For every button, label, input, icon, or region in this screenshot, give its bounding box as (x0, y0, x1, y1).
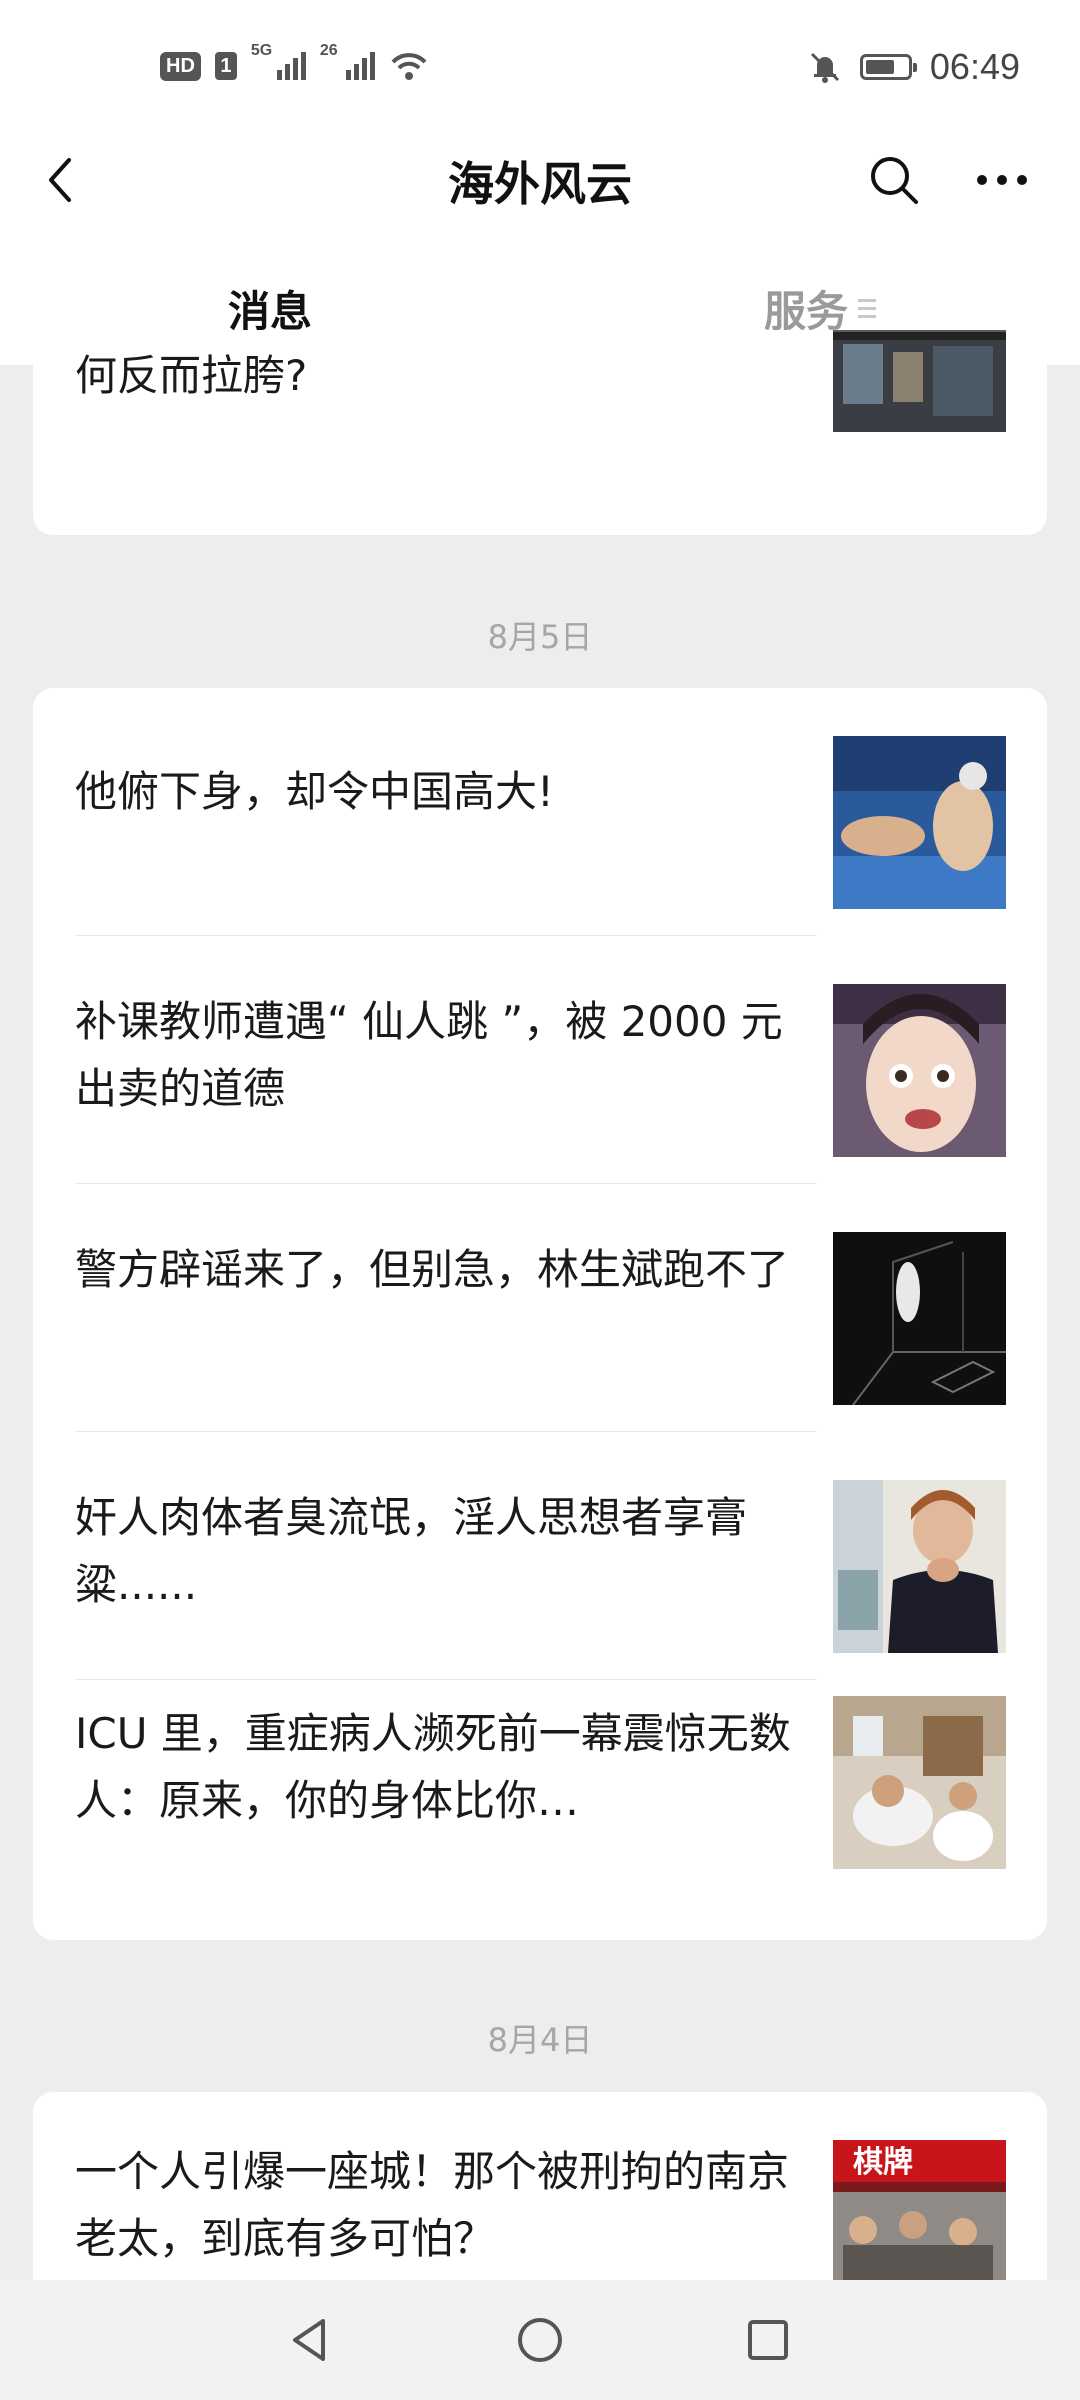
list-item[interactable]: 何反而拉胯? (33, 330, 1047, 530)
more-dots-icon (977, 175, 1027, 185)
signal-5g-label: 5G (250, 42, 273, 59)
wifi-icon (391, 53, 427, 80)
article-thumbnail (833, 736, 1006, 909)
mute-bell-icon (810, 52, 839, 83)
sim-badge: 1 (214, 52, 237, 80)
menu-lines-icon (858, 299, 877, 318)
circle-home-icon (518, 2318, 562, 2362)
list-item[interactable]: 奸人肉体者臭流氓，淫人思想者享膏粱...... (33, 1432, 1047, 1680)
article-title: 警方辟谣来了，但别急，林生斌跑不了 (75, 1245, 790, 1294)
signal-2g-label: 26 (319, 42, 338, 59)
article-thumbnail (833, 1232, 1006, 1405)
article-thumbnail (833, 1696, 1006, 1869)
status-right: 06:49 (808, 46, 1020, 88)
article-thumbnail (833, 984, 1006, 1157)
list-item[interactable]: ICU 里，重症病人濒死前一幕震惊无数人：原来，你的身体比你… (33, 1680, 1047, 1928)
battery-icon (859, 54, 917, 80)
title-bar: 海外风云 (0, 120, 1080, 241)
system-nav-bar (0, 2280, 1080, 2400)
search-icon (871, 157, 918, 204)
list-item[interactable]: 警方辟谣来了，但别急，林生斌跑不了 (33, 1184, 1047, 1432)
triangle-back-icon (293, 2319, 325, 2361)
article-title: ICU 里，重症病人濒死前一幕震惊无数人：原来，你的身体比你… (75, 1709, 791, 1825)
list-item[interactable]: 他俯下身，却令中国高大! (33, 688, 1047, 936)
more-button[interactable] (970, 148, 1034, 212)
article-thumbnail: 棋牌 (833, 2140, 1006, 2280)
search-button[interactable] (862, 148, 926, 212)
article-title: 补课教师遭遇“ 仙人跳 ”，被 2000 元出卖的道德 (75, 997, 783, 1113)
status-bar: HD 1 5G 26 06:49 (0, 0, 1080, 140)
nav-home-button[interactable] (500, 2300, 580, 2380)
article-title: 一个人引爆一座城！那个被刑拘的南京老太，到底有多可怕？ (75, 2147, 790, 2263)
hd-badge: HD (160, 51, 201, 81)
date-separator: 8月5日 (487, 618, 593, 656)
signal-5g-icon: 5G (251, 42, 306, 80)
thumb-sign-text: 棋牌 (853, 2145, 913, 2180)
date-separator: 8月4日 (487, 2021, 593, 2059)
clock-time: 06:49 (929, 46, 1020, 87)
nav-recents-button[interactable] (728, 2300, 808, 2380)
article-title: 何反而拉胯? (75, 351, 308, 400)
article-title: 他俯下身，却令中国高大! (75, 767, 554, 816)
article-thumbnail (833, 1480, 1006, 1653)
nav-back-button[interactable] (270, 2300, 350, 2380)
article-title: 奸人肉体者臭流氓，淫人思想者享膏粱...... (75, 1493, 748, 1609)
square-recents-icon (748, 2320, 788, 2360)
status-left: HD 1 5G 26 (160, 42, 429, 82)
article-thumbnail (833, 330, 1006, 432)
list-item[interactable]: 补课教师遭遇“ 仙人跳 ”，被 2000 元出卖的道德 (33, 936, 1047, 1184)
article-card: 他俯下身，却令中国高大! 补课教师遭遇“ 仙人跳 ”，被 2000 元出卖的道德 (33, 688, 1047, 1940)
signal-2g-icon: 26 (320, 42, 375, 80)
article-card-partial: 何反而拉胯? (33, 330, 1047, 535)
